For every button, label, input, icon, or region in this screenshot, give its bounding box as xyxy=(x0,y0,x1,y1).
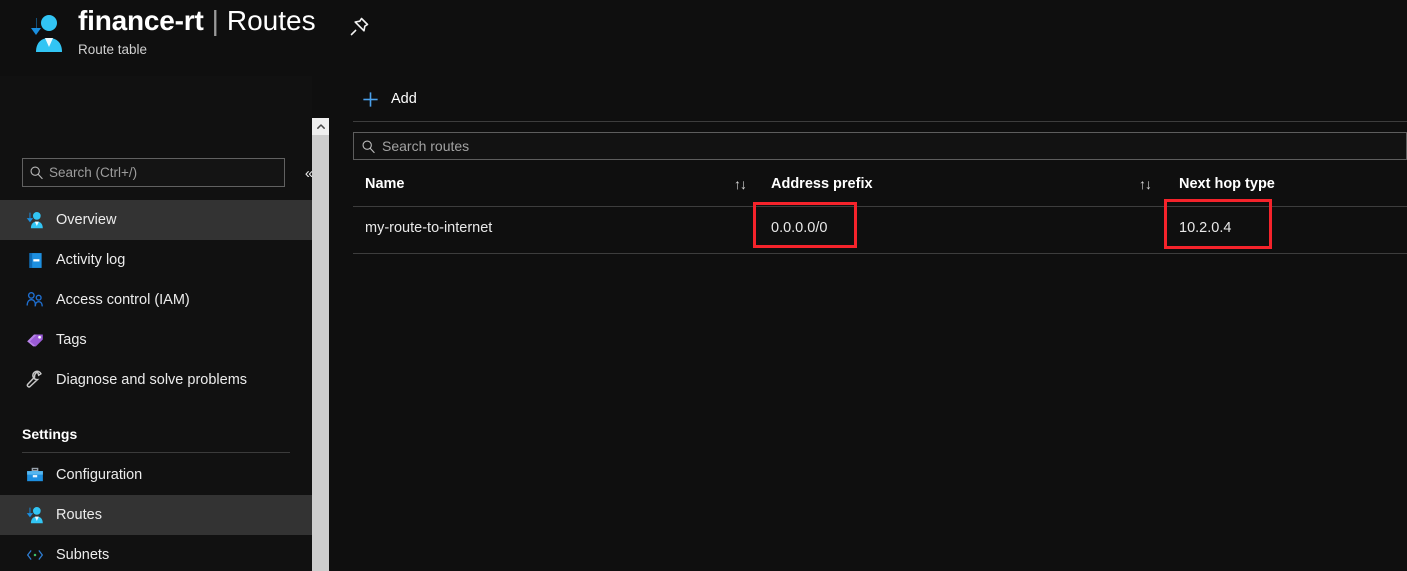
sidebar-item-label: Subnets xyxy=(56,547,110,563)
pin-icon[interactable] xyxy=(344,12,374,42)
scrollbar-thumb[interactable] xyxy=(312,135,329,571)
add-button-label: Add xyxy=(391,91,417,107)
command-bar: Add xyxy=(337,76,427,122)
sidebar-search[interactable] xyxy=(22,158,285,187)
activity-log-icon xyxy=(22,248,48,272)
table-row[interactable]: my-route-to-internet 0.0.0.0/0 10.2.0.4 xyxy=(353,207,1407,253)
subnets-icon xyxy=(22,543,48,567)
sidebar-item-tags[interactable]: Tags xyxy=(0,320,312,360)
column-header-address-prefix[interactable]: Address prefix xyxy=(771,176,873,192)
sidebar-item-label: Overview xyxy=(56,212,117,228)
sort-arrows-icon[interactable]: ↑↓ xyxy=(734,176,747,192)
resource-name: finance-rt xyxy=(78,5,204,36)
sidebar-nav: Overview Activity log Access control (IA… xyxy=(0,200,312,571)
sidebar-item-label: Access control (IAM) xyxy=(56,292,190,308)
route-table-icon xyxy=(22,208,48,232)
page-title: finance-rt | Routes xyxy=(78,2,316,40)
routes-search[interactable] xyxy=(353,132,1407,160)
table-header-row: Name ↑↓ Address prefix ↑↓ Next hop type xyxy=(353,168,1407,206)
route-name-cell[interactable]: my-route-to-internet xyxy=(365,220,492,236)
route-table-icon xyxy=(22,503,48,527)
sort-arrows-icon[interactable]: ↑↓ xyxy=(1139,176,1152,192)
azure-portal-routes-page: finance-rt | Routes Route table Search (… xyxy=(0,0,1407,571)
wrench-icon xyxy=(22,368,48,392)
plus-icon xyxy=(359,88,381,110)
sidebar-item-label: Routes xyxy=(56,507,102,523)
page-name: Routes xyxy=(226,5,316,36)
routes-table: Name ↑↓ Address prefix ↑↓ Next hop type … xyxy=(353,168,1407,254)
sidebar-scrollbar[interactable] xyxy=(312,118,329,571)
sidebar-divider xyxy=(22,452,290,453)
sidebar-item-overview[interactable]: Overview xyxy=(0,200,312,240)
sidebar: « Overview xyxy=(0,76,313,571)
page-header: finance-rt | Routes Route table xyxy=(0,0,1407,72)
route-table-icon xyxy=(22,8,66,56)
chevron-up-icon[interactable] xyxy=(312,118,329,135)
sidebar-section-label: Settings xyxy=(22,426,78,442)
next-hop-type-cell: 10.2.0.4 xyxy=(1179,220,1232,236)
sidebar-section-settings: Settings xyxy=(0,400,312,446)
sidebar-item-subnets[interactable]: Subnets xyxy=(0,535,312,571)
search-icon xyxy=(354,139,382,154)
tag-icon xyxy=(22,328,48,352)
column-header-next-hop-type[interactable]: Next hop type xyxy=(1179,176,1275,192)
sidebar-item-label: Tags xyxy=(56,332,87,348)
main-content: Add Name ↑↓ Address prefix ↑↓ Next hop t… xyxy=(337,76,1407,571)
add-button[interactable]: Add xyxy=(337,82,427,116)
access-control-icon xyxy=(22,288,48,312)
search-input[interactable] xyxy=(49,165,284,180)
sidebar-item-label: Activity log xyxy=(56,252,126,268)
sidebar-item-activity-log[interactable]: Activity log xyxy=(0,240,312,280)
routes-search-input[interactable] xyxy=(382,138,1406,154)
title-separator: | xyxy=(211,5,219,36)
sidebar-item-access-control[interactable]: Access control (IAM) xyxy=(0,280,312,320)
table-row-divider xyxy=(353,253,1407,254)
sidebar-item-label: Diagnose and solve problems xyxy=(56,372,248,388)
sidebar-item-routes[interactable]: Routes xyxy=(0,495,312,535)
command-bar-divider xyxy=(353,121,1407,122)
address-prefix-cell: 0.0.0.0/0 xyxy=(771,220,828,236)
column-header-name[interactable]: Name xyxy=(365,176,405,192)
sidebar-item-label: Configuration xyxy=(56,467,143,483)
page-subtitle: Route table xyxy=(78,42,148,57)
search-icon xyxy=(23,165,49,180)
sidebar-item-diagnose[interactable]: Diagnose and solve problems xyxy=(0,360,312,400)
sidebar-item-configuration[interactable]: Configuration xyxy=(0,455,312,495)
configuration-icon xyxy=(22,463,48,487)
